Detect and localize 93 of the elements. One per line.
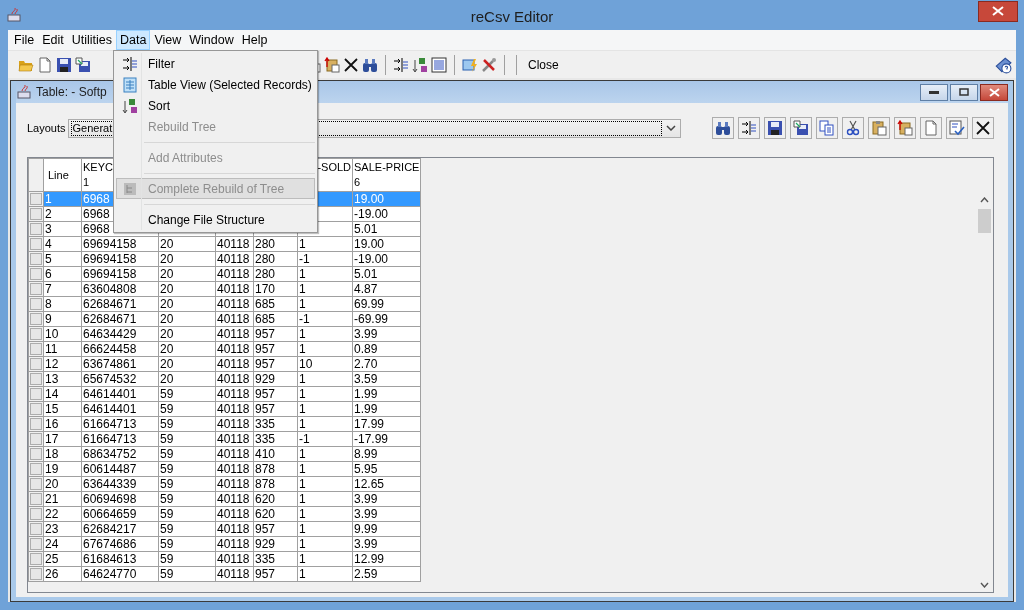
checklist-button[interactable] <box>946 117 968 139</box>
close-button[interactable]: Close <box>524 55 563 74</box>
clipboard-arrow-button[interactable] <box>894 117 916 139</box>
row-selector[interactable] <box>30 388 42 400</box>
app-icon <box>16 84 32 100</box>
document-lightning-icon[interactable] <box>462 56 478 73</box>
binoculars-button[interactable] <box>712 117 734 139</box>
row-selector[interactable] <box>30 553 42 565</box>
menu-item[interactable]: Utilities <box>67 30 116 50</box>
sort-icon[interactable] <box>412 56 428 73</box>
row-selector[interactable] <box>30 373 42 385</box>
filter-icon <box>122 55 138 72</box>
app-icon <box>6 7 22 23</box>
save-as-icon[interactable] <box>75 56 91 73</box>
tools-icon[interactable] <box>481 56 497 73</box>
scrollbar-thumb[interactable] <box>978 209 991 233</box>
row-selector[interactable] <box>30 238 42 250</box>
menu-item[interactable]: Sort <box>116 95 315 116</box>
column-header: KEYC 1 <box>83 161 113 188</box>
minimize-icon <box>929 90 939 94</box>
document-button[interactable] <box>920 117 942 139</box>
document-icon <box>923 120 939 136</box>
close-button[interactable] <box>980 83 1008 101</box>
row-selector[interactable] <box>30 223 42 235</box>
row-selector[interactable] <box>30 328 42 340</box>
close-icon <box>988 87 1000 97</box>
maximize-icon <box>959 88 969 96</box>
row-selector[interactable] <box>30 268 42 280</box>
save-button[interactable] <box>764 117 786 139</box>
column-header: SALE-PRICE 6 <box>354 161 420 188</box>
menu-item: Complete Rebuild of Tree <box>116 178 315 199</box>
row-selector[interactable] <box>30 463 42 475</box>
row-selector[interactable] <box>30 313 42 325</box>
sort-icon <box>122 97 138 114</box>
row-selector[interactable] <box>30 343 42 355</box>
row-selector[interactable] <box>30 478 42 490</box>
menu-item[interactable]: Table View (Selected Records) <box>116 74 315 95</box>
copy-button[interactable] <box>816 117 838 139</box>
column-header: Line <box>48 169 69 181</box>
row-selector[interactable] <box>30 358 42 370</box>
binoculars-icon[interactable] <box>362 56 378 73</box>
menu-item[interactable]: View <box>150 30 186 50</box>
menu-item[interactable]: File <box>10 30 39 50</box>
clipboard-button[interactable] <box>868 117 890 139</box>
menu-item[interactable]: Help <box>237 30 272 50</box>
row-selector[interactable] <box>30 418 42 430</box>
row-selector[interactable] <box>30 403 42 415</box>
scissors-button[interactable] <box>842 117 864 139</box>
row-selector[interactable] <box>30 448 42 460</box>
row-selector[interactable] <box>30 508 42 520</box>
row-selector[interactable] <box>30 538 42 550</box>
maximize-button[interactable] <box>950 83 978 101</box>
binoculars-icon <box>715 120 731 136</box>
menu-item[interactable]: Data <box>116 30 151 50</box>
menu-item: Rebuild Tree <box>147 118 218 136</box>
close-icon <box>992 6 1004 16</box>
window-title: Table: - Softp <box>36 84 107 101</box>
window-title: reCsv Editor <box>470 7 554 27</box>
row-selector[interactable] <box>30 298 42 310</box>
help-icon[interactable] <box>994 55 1012 74</box>
row-selector[interactable] <box>30 568 42 580</box>
filter-icon <box>741 120 757 136</box>
row-selector[interactable] <box>30 433 42 445</box>
delete-button[interactable] <box>972 117 994 139</box>
menu-item[interactable]: Window <box>185 30 238 50</box>
save-icon <box>767 120 783 136</box>
clipboard-icon <box>871 120 887 136</box>
filter-button[interactable] <box>738 117 760 139</box>
checklist-icon <box>949 120 965 136</box>
filter-icon[interactable] <box>393 56 409 73</box>
close-button[interactable] <box>978 0 1018 22</box>
delete-icon[interactable] <box>343 56 359 73</box>
column-header: -SOLD <box>317 161 351 173</box>
row-selector[interactable] <box>30 193 42 205</box>
menu-item[interactable]: Filter <box>116 53 315 74</box>
row-selector[interactable] <box>30 493 42 505</box>
row-selector[interactable] <box>30 208 42 220</box>
save-as-button[interactable] <box>790 117 812 139</box>
row-selector[interactable] <box>30 253 42 265</box>
save-icon[interactable] <box>56 56 72 73</box>
caret-icon <box>665 125 676 131</box>
save-as-icon <box>793 120 809 136</box>
delete-icon <box>975 120 991 136</box>
scissors-icon <box>845 120 861 136</box>
copy-icon <box>819 120 835 136</box>
menu-item: Add Attributes <box>147 149 224 167</box>
minimize-button[interactable] <box>920 83 948 101</box>
row-selector[interactable] <box>30 523 42 535</box>
menu-item[interactable]: Edit <box>38 30 68 50</box>
spreadsheet-icon <box>122 76 138 93</box>
layouts-label: Layouts <box>27 120 66 136</box>
tree-icon <box>122 180 138 197</box>
row-selector[interactable] <box>30 283 42 295</box>
